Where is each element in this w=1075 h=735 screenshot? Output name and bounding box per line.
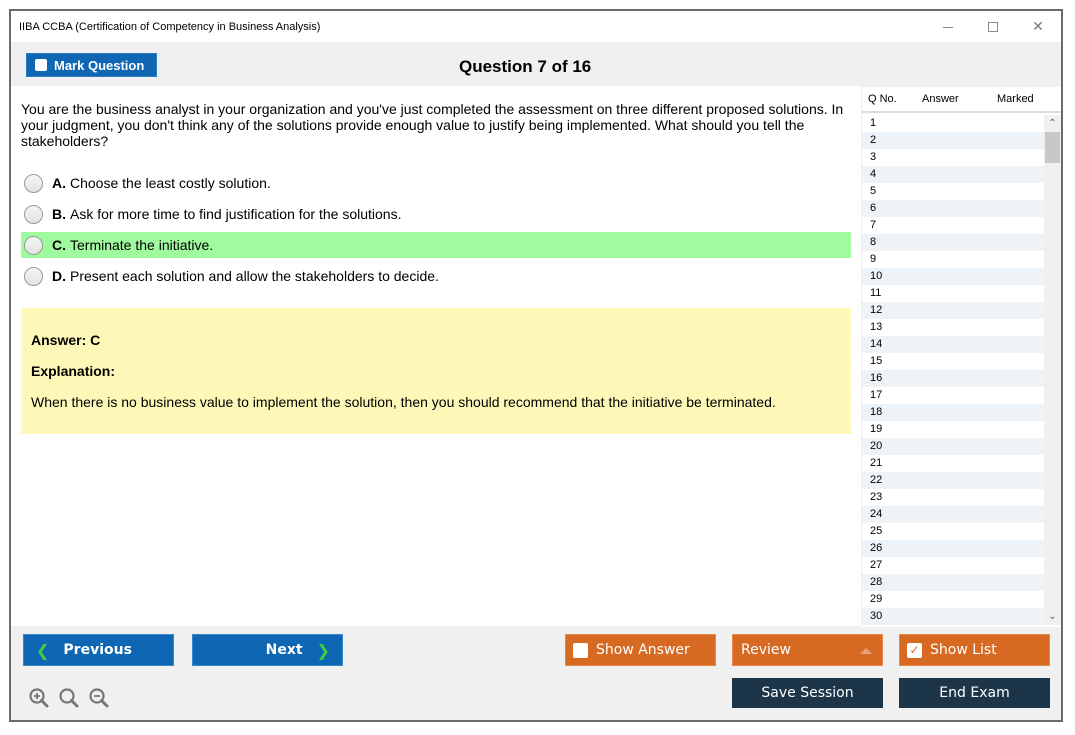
question-list-rows: 1 2 3 4 5 6 7 8 9 10 11 12 13 14 15 16 17 18 19 20 21 22 23 24 2… [862,115,1044,625]
show-list-checkbox[interactable]: ✓ [907,642,922,658]
question-counter: Question 7 of 16 [459,57,592,76]
answer-label: Answer: C [31,332,101,348]
maximize-button[interactable] [971,11,1015,42]
zoom-controls [28,687,110,709]
save-session-button[interactable]: Save Session [732,678,883,708]
question-list-row[interactable]: 21 [862,455,1044,472]
option-text: Present each solution and allow the stak… [70,268,439,284]
title-bar: IIBA CCBA (Certification of Competency i… [11,11,1061,42]
question-list-row[interactable]: 20 [862,438,1044,455]
show-list-button[interactable]: ✓ Show List [899,634,1050,666]
question-list-row[interactable]: 6 [862,200,1044,217]
option-b-radio[interactable] [24,204,43,224]
question-list-row[interactable]: 10 [862,268,1044,285]
question-list-row[interactable]: 5 [862,183,1044,200]
question-list-row[interactable]: 30 [862,608,1044,625]
question-list-row[interactable]: 26 [862,540,1044,557]
end-exam-button[interactable]: End Exam [899,678,1050,708]
question-list-row[interactable]: 22 [862,472,1044,489]
previous-label: Previous [63,642,132,658]
option-d[interactable]: D. Present each solution and allow the s… [21,263,851,289]
column-marked[interactable]: Marked [997,93,1034,105]
option-a[interactable]: A. Choose the least costly solution. [21,170,851,196]
zoom-reset-icon[interactable] [58,687,80,709]
option-letter: A. [52,175,66,191]
option-b[interactable]: B. Ask for more time to find justificati… [21,201,851,227]
option-letter: B. [52,206,66,222]
question-list-row[interactable]: 23 [862,489,1044,506]
option-d-radio[interactable] [24,266,43,286]
answer-explanation-box: Answer: C Explanation: When there is no … [21,308,851,434]
option-text: Choose the least costly solution. [70,175,271,191]
scroll-up-icon[interactable]: ⌃ [1044,115,1061,132]
mark-question-button[interactable]: Mark Question [26,53,157,77]
question-list-row[interactable]: 3 [862,149,1044,166]
next-button[interactable]: Next ❯ [192,634,343,666]
question-list-row[interactable]: 7 [862,217,1044,234]
next-label: Next [265,642,303,658]
question-list-row[interactable]: 9 [862,251,1044,268]
minimize-button[interactable] [926,11,970,42]
option-text: Terminate the initiative. [70,237,214,253]
question-list-row[interactable]: 28 [862,574,1044,591]
mark-question-checkbox[interactable] [35,59,47,71]
show-answer-checkbox[interactable] [573,642,588,658]
close-icon: ✕ [1032,18,1044,34]
question-list-row[interactable]: 4 [862,166,1044,183]
option-c-radio[interactable] [24,235,43,255]
triangle-up-icon [860,648,872,654]
end-exam-label: End Exam [939,685,1010,701]
window-title: IIBA CCBA (Certification of Competency i… [19,21,321,33]
option-c[interactable]: C. Terminate the initiative. [21,232,851,258]
question-list-row[interactable]: 25 [862,523,1044,540]
question-list-row[interactable]: 2 [862,132,1044,149]
show-answer-label: Show Answer [596,642,690,658]
app-window: IIBA CCBA (Certification of Competency i… [9,9,1063,722]
close-button[interactable]: ✕ [1016,11,1060,42]
minimize-icon [943,27,953,28]
scroll-thumb[interactable] [1045,132,1060,163]
question-list-row[interactable]: 13 [862,319,1044,336]
chevron-right-icon: ❯ [316,640,330,660]
question-list-scrollbar[interactable]: ⌃ ⌄ [1044,115,1061,625]
show-list-label: Show List [930,642,997,658]
column-qno[interactable]: Q No. [868,93,897,105]
question-list-header: Q No. Answer Marked [862,87,1061,113]
option-text: Ask for more time to find justification … [70,206,402,222]
question-list-row[interactable]: 24 [862,506,1044,523]
question-text: You are the business analyst in your org… [21,101,844,149]
chevron-left-icon: ❮ [36,640,50,660]
question-list-row[interactable]: 15 [862,353,1044,370]
question-list-row[interactable]: 27 [862,557,1044,574]
question-list-row[interactable]: 18 [862,404,1044,421]
option-letter: C. [52,237,66,253]
question-header: Mark Question Question 7 of 16 [11,42,1061,86]
question-list-row[interactable]: 11 [862,285,1044,302]
review-label: Review [741,642,791,658]
question-list-row[interactable]: 19 [862,421,1044,438]
question-list-row[interactable]: 8 [862,234,1044,251]
mark-question-label: Mark Question [54,57,145,73]
option-a-radio[interactable] [24,173,43,193]
scroll-down-icon[interactable]: ⌄ [1044,608,1061,625]
question-list-row[interactable]: 17 [862,387,1044,404]
show-answer-button[interactable]: Show Answer [565,634,716,666]
maximize-icon [988,21,998,32]
question-list-row[interactable]: 1 [862,115,1044,132]
question-list-row[interactable]: 14 [862,336,1044,353]
question-list-row[interactable]: 16 [862,370,1044,387]
option-letter: D. [52,268,66,284]
zoom-out-icon[interactable] [88,687,110,709]
zoom-in-icon[interactable] [28,687,50,709]
save-session-label: Save Session [761,685,854,701]
question-list-row[interactable]: 12 [862,302,1044,319]
review-dropdown[interactable]: Review [732,634,883,666]
column-answer[interactable]: Answer [922,93,959,105]
explanation-text: When there is no business value to imple… [31,394,776,410]
question-list: Q No. Answer Marked 1 2 3 4 5 6 7 8 9 10 11 12 13 14 1… [862,87,1061,627]
question-list-row[interactable]: 29 [862,591,1044,608]
previous-button[interactable]: ❮ Previous [23,634,174,666]
question-panel: You are the business analyst in your org… [11,86,861,626]
explanation-label: Explanation: [31,363,116,379]
